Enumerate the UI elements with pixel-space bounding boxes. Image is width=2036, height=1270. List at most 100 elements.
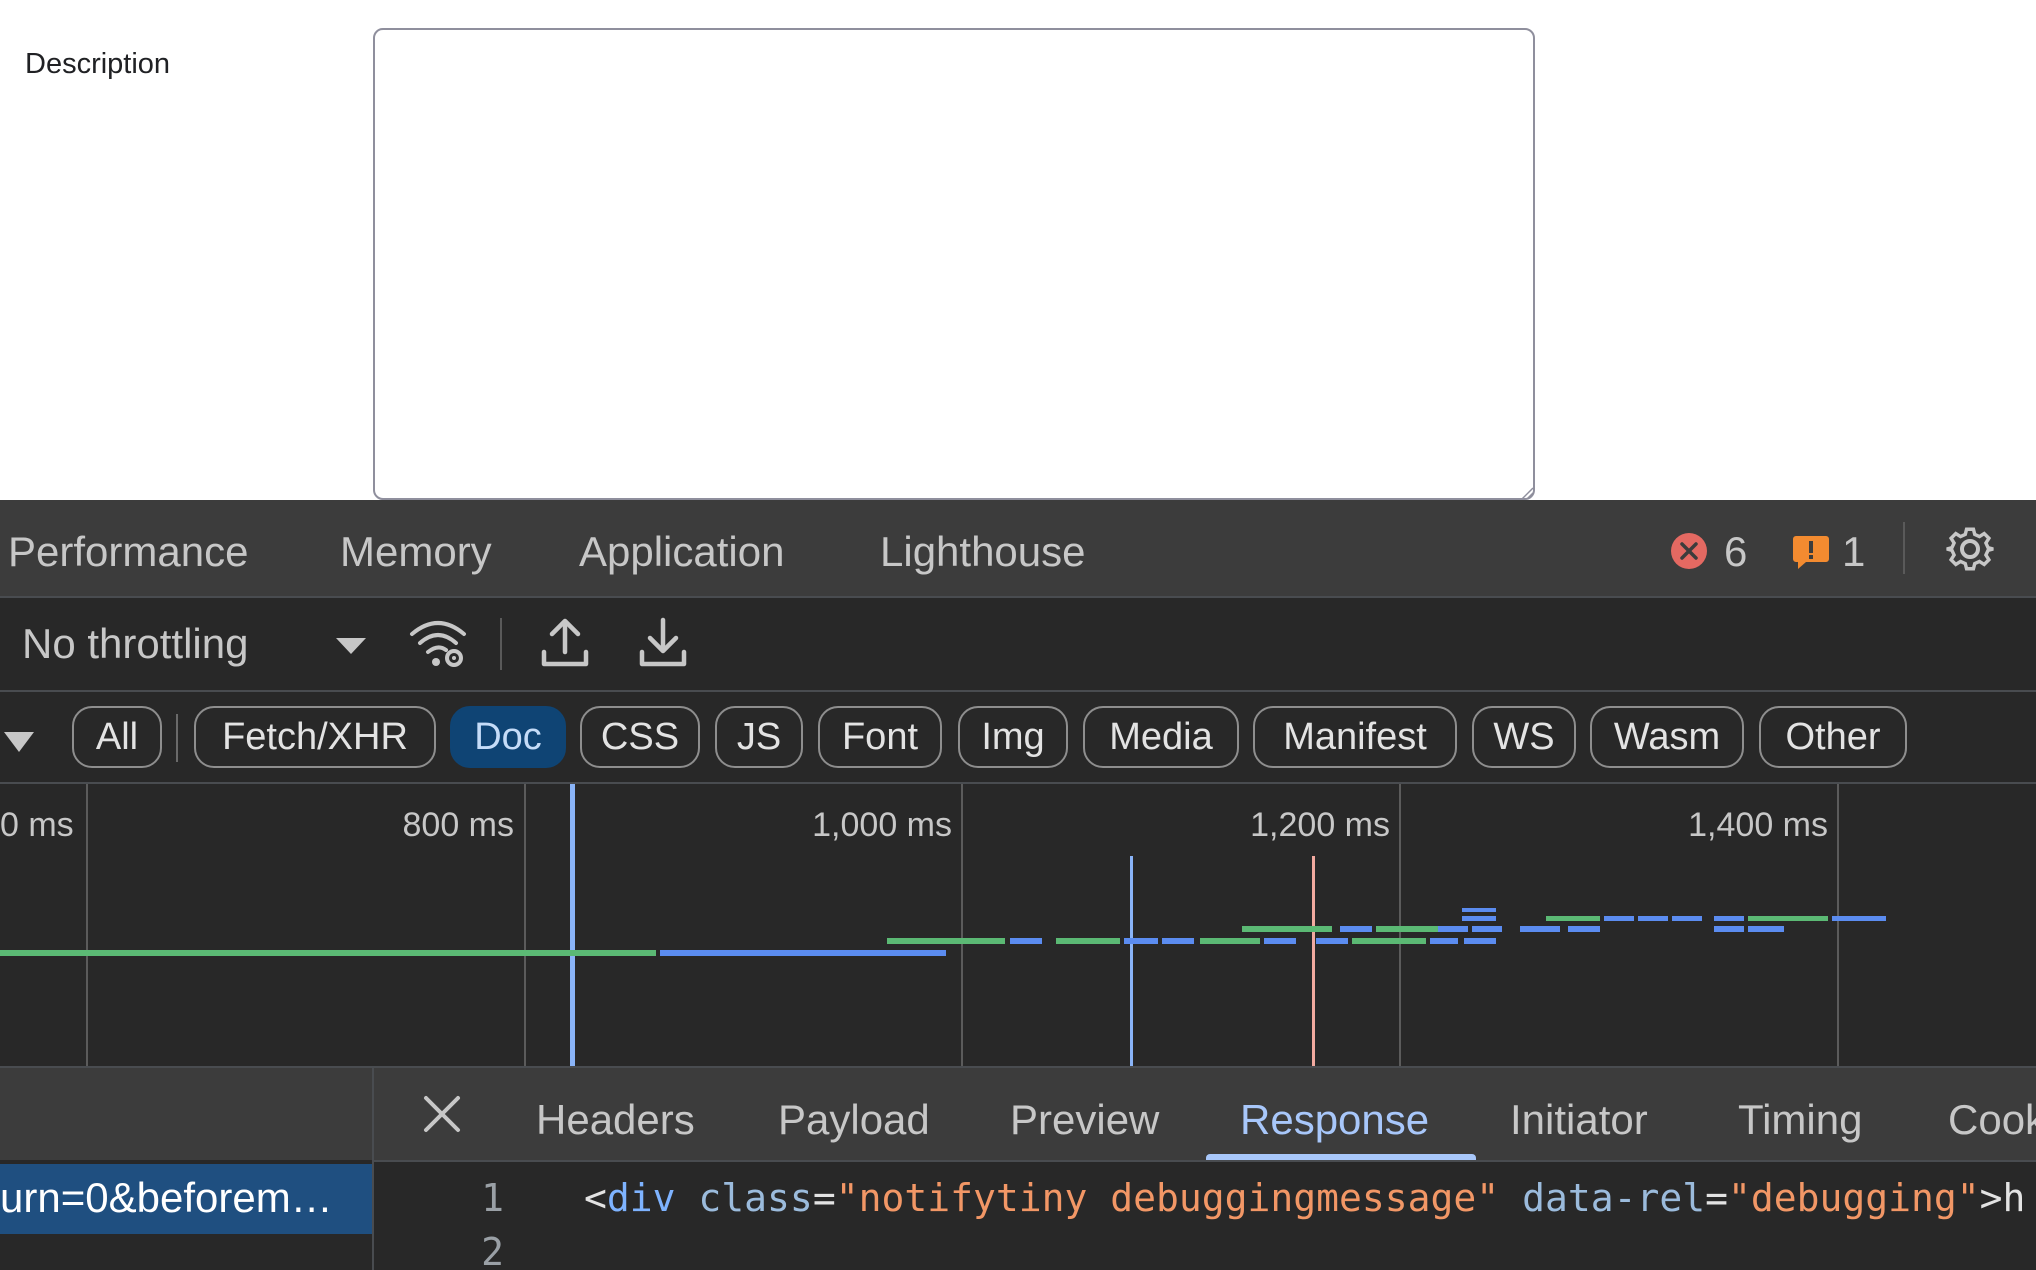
description-label: Description xyxy=(25,48,171,80)
request-detail-tabs: Headers Payload Preview Response Initiat… xyxy=(374,1068,2036,1160)
filter-bar: All Fetch/XHR Doc CSS JS Font Img Media … xyxy=(0,692,2036,782)
resize-grip-icon[interactable] xyxy=(1520,486,1534,500)
request-row-selected[interactable]: urn=0&beforem… xyxy=(0,1164,372,1234)
filter-separator xyxy=(176,714,178,762)
code-token: = xyxy=(1705,1176,1728,1220)
waterfall-bar xyxy=(1568,926,1600,932)
line-number: 1 xyxy=(481,1176,504,1220)
waterfall-bar xyxy=(1464,938,1496,944)
waterfall-bar xyxy=(1340,926,1372,932)
gear-icon[interactable] xyxy=(1943,522,1997,576)
filter-wasm[interactable]: Wasm xyxy=(1590,706,1744,768)
filter-manifest[interactable]: Manifest xyxy=(1253,706,1457,768)
waterfall-bar xyxy=(1714,926,1744,932)
waterfall-bar xyxy=(1124,938,1158,944)
filter-css[interactable]: CSS xyxy=(580,706,700,768)
error-icon[interactable] xyxy=(1670,532,1708,570)
error-count[interactable]: 6 xyxy=(1724,528,1747,576)
tab-payload[interactable]: Payload xyxy=(778,1096,930,1144)
request-details-area: urn=0&beforem… Headers Payload Preview R… xyxy=(0,1068,2036,1270)
download-icon[interactable] xyxy=(638,616,688,670)
tab-memory[interactable]: Memory xyxy=(340,528,492,576)
tab-initiator[interactable]: Initiator xyxy=(1510,1096,1648,1144)
filter-media[interactable]: Media xyxy=(1083,706,1239,768)
filter-doc[interactable]: Doc xyxy=(450,706,566,768)
waterfall-bar xyxy=(1352,938,1426,944)
waterfall-bar xyxy=(1546,916,1600,921)
code-token: "debugging" xyxy=(1727,1176,1980,1220)
filter-ws[interactable]: WS xyxy=(1472,706,1576,768)
waterfall-bar xyxy=(1472,926,1502,932)
waterfall-bar xyxy=(1672,916,1702,921)
throttling-select[interactable]: No throttling xyxy=(22,620,248,668)
code-token: div xyxy=(606,1176,676,1220)
code-token: < xyxy=(584,1176,607,1220)
dom-content-loaded-marker xyxy=(570,784,575,1066)
tab-application[interactable]: Application xyxy=(579,528,784,576)
warning-count[interactable]: 1 xyxy=(1842,528,1865,576)
waterfall-bar xyxy=(1316,938,1348,944)
filter-img[interactable]: Img xyxy=(958,706,1068,768)
paint-marker xyxy=(1312,856,1315,1066)
waterfall-bar xyxy=(1438,926,1468,932)
waterfall-bar xyxy=(1462,908,1496,912)
waterfall-bar xyxy=(1010,938,1042,944)
network-conditions-icon[interactable] xyxy=(408,616,468,670)
waterfall-bar xyxy=(1242,926,1332,932)
code-token: "notifytiny debuggingmessage" xyxy=(835,1176,1500,1220)
timeline-overview[interactable]: 0 ms 800 ms 1,000 ms 1,200 ms 1,400 ms xyxy=(0,784,2036,1066)
waterfall-bar-download xyxy=(660,950,946,956)
network-toolbar: No throttling xyxy=(0,598,2036,690)
waterfall-bar xyxy=(1200,938,1260,944)
request-name: urn=0&beforem… xyxy=(0,1174,333,1221)
request-waterfall xyxy=(0,784,1886,1066)
chevron-down-icon[interactable] xyxy=(4,732,34,754)
tab-cookies[interactable]: Cookies xyxy=(1948,1096,2036,1144)
waterfall-bar xyxy=(1056,938,1120,944)
filter-other[interactable]: Other xyxy=(1759,706,1907,768)
chevron-down-icon[interactable] xyxy=(336,638,366,656)
tab-headers[interactable]: Headers xyxy=(536,1096,695,1144)
code-token: data-rel xyxy=(1522,1176,1706,1220)
upload-icon[interactable] xyxy=(540,616,590,670)
close-icon[interactable] xyxy=(422,1094,462,1134)
toolbar-separator xyxy=(500,618,502,670)
waterfall-bar xyxy=(1520,926,1560,932)
waterfall-bar xyxy=(1748,926,1784,932)
waterfall-bar xyxy=(1264,938,1296,944)
filter-font[interactable]: Font xyxy=(818,706,942,768)
waterfall-bar xyxy=(1604,916,1634,921)
tab-response[interactable]: Response xyxy=(1240,1096,1429,1144)
code-line: <div class="notifytiny debuggingmessage"… xyxy=(584,1176,2025,1220)
tab-lighthouse[interactable]: Lighthouse xyxy=(880,528,1086,576)
description-textarea[interactable] xyxy=(373,28,1535,500)
warning-icon[interactable] xyxy=(1792,534,1830,570)
waterfall-bar xyxy=(1430,938,1458,944)
load-marker xyxy=(1130,856,1133,1066)
filter-fetch-xhr[interactable]: Fetch/XHR xyxy=(194,706,436,768)
code-token: = xyxy=(812,1176,836,1220)
devtools-main-tabs: Performance Memory Application Lighthous… xyxy=(0,500,2036,596)
tab-performance[interactable]: Performance xyxy=(8,528,248,576)
tab-preview[interactable]: Preview xyxy=(1010,1096,1159,1144)
waterfall-bar-waiting xyxy=(0,950,656,956)
waterfall-bar xyxy=(1714,916,1744,921)
waterfall-bar xyxy=(1376,926,1446,932)
waterfall-bar xyxy=(1748,916,1828,921)
waterfall-bar xyxy=(1462,916,1496,921)
devtools-panel: Performance Memory Application Lighthous… xyxy=(0,500,2036,1270)
filter-js[interactable]: JS xyxy=(715,706,803,768)
tabs-separator xyxy=(1903,522,1905,574)
tab-timing[interactable]: Timing xyxy=(1738,1096,1862,1144)
request-list-header xyxy=(0,1068,372,1160)
code-token: >h xyxy=(1979,1176,2026,1220)
filter-all[interactable]: All xyxy=(72,706,162,768)
waterfall-bar xyxy=(1852,916,1886,921)
code-token: class xyxy=(698,1176,813,1220)
waterfall-bar xyxy=(1162,938,1194,944)
waterfall-bar xyxy=(887,938,1005,944)
response-code-view[interactable]: 1 2 <div class="notifytiny debuggingmess… xyxy=(374,1162,2036,1270)
request-list: urn=0&beforem… xyxy=(0,1068,372,1270)
waterfall-bar xyxy=(1638,916,1668,921)
line-number: 2 xyxy=(481,1230,504,1270)
